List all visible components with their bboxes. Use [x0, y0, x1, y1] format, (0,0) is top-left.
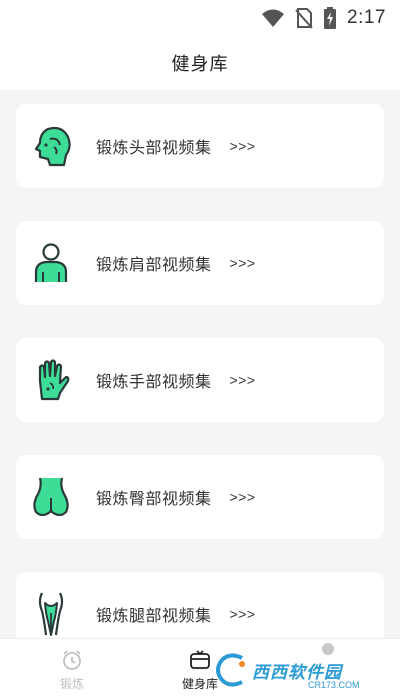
more-arrows[interactable]: >>> — [230, 138, 256, 154]
more-arrows[interactable]: >>> — [230, 372, 256, 388]
leg-icon — [28, 591, 74, 637]
wifi-icon — [262, 9, 285, 27]
list-item-leg[interactable]: 锻炼腿部视频集 >>> — [16, 572, 384, 638]
nav-item-train[interactable]: 锻炼 — [32, 649, 112, 692]
more-arrows[interactable]: >>> — [230, 489, 256, 505]
more-arrows[interactable]: >>> — [230, 606, 256, 622]
list-item-hand[interactable]: 锻炼手部视频集 >>> — [16, 338, 384, 422]
screen: 2:17 健身库 锻炼头部视频集 >>> 锻炼肩部视频集 >>> 锻炼手部视频集… — [0, 0, 400, 700]
list-item-label: 锻炼肩部视频集 — [96, 257, 212, 274]
status-bar: 2:17 — [0, 0, 400, 36]
video-collection-list: 锻炼头部视频集 >>> 锻炼肩部视频集 >>> 锻炼手部视频集 >>> 锻炼臀部… — [0, 90, 400, 638]
title-bar: 健身库 — [0, 36, 400, 90]
status-time: 2:17 — [347, 7, 386, 28]
more-arrows[interactable]: >>> — [230, 255, 256, 271]
list-item-label: 锻炼手部视频集 — [96, 374, 212, 391]
hip-icon — [28, 474, 74, 520]
list-item-label: 锻炼臀部视频集 — [96, 491, 212, 508]
no-sim-icon — [295, 8, 313, 29]
battery-charging-icon — [324, 7, 337, 29]
list-item-hip[interactable]: 锻炼臀部视频集 >>> — [16, 455, 384, 539]
list-item-shoulder[interactable]: 锻炼肩部视频集 >>> — [16, 221, 384, 305]
watermark-text: 西西软件园 — [252, 662, 342, 682]
shoulder-icon — [28, 240, 74, 286]
head-icon — [28, 123, 74, 169]
list-item-label: 锻炼头部视频集 — [96, 140, 212, 157]
hand-icon — [28, 357, 74, 403]
watermark-subtext: CR173.COM — [308, 680, 360, 690]
list-item-head[interactable]: 锻炼头部视频集 >>> — [16, 104, 384, 188]
library-box-icon — [190, 650, 210, 669]
alarm-clock-icon — [63, 650, 81, 670]
watermark: 西西软件园 CR173.COM — [212, 642, 400, 698]
watermark-logo-icon — [216, 653, 245, 687]
list-item-label: 锻炼腿部视频集 — [96, 608, 212, 625]
nav-label: 锻炼 — [59, 677, 84, 691]
page-title: 健身库 — [171, 54, 229, 74]
